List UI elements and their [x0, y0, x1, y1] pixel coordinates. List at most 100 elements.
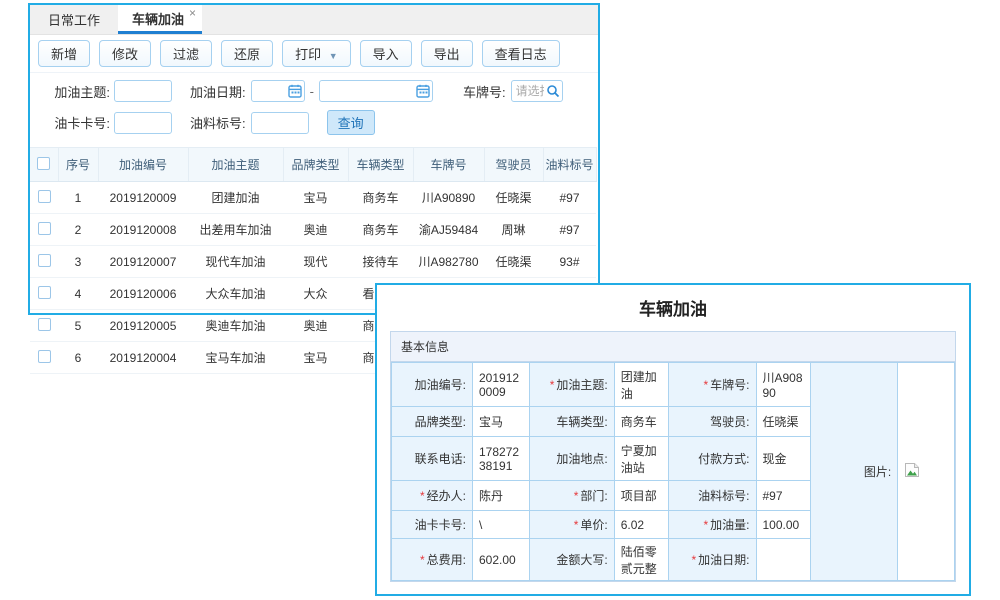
- import-button[interactable]: 导入: [360, 40, 412, 67]
- topic-input[interactable]: [114, 80, 172, 102]
- topic-label: 加油主题:: [38, 82, 110, 101]
- table-row: 2 2019120008 出差用车加油 奥迪 商务车 渝AJ59484 周琳 #…: [30, 214, 596, 246]
- row-checkbox[interactable]: [38, 318, 51, 331]
- cell-no: 3: [58, 246, 98, 278]
- cell-code-link[interactable]: 2019120007: [98, 246, 188, 278]
- select-all-checkbox[interactable]: [37, 157, 50, 170]
- field-value: 团建加油: [614, 363, 669, 407]
- cell-code-link[interactable]: 2019120009: [98, 182, 188, 214]
- col-header-brand: 品牌类型: [283, 148, 348, 182]
- field-value: 17827238191: [473, 437, 530, 481]
- field-label: *车牌号:: [669, 363, 756, 407]
- field-value: 陆佰零贰元整: [614, 539, 669, 581]
- field-value: 6.02: [614, 511, 669, 539]
- cell-brand: 奥迪: [283, 214, 348, 246]
- cell-topic-link[interactable]: 大众车加油: [188, 278, 283, 310]
- required-asterisk: *: [574, 518, 579, 532]
- field-value: 现金: [756, 437, 811, 481]
- required-asterisk: *: [550, 378, 555, 392]
- filter-button[interactable]: 过滤: [160, 40, 212, 67]
- print-button[interactable]: 打印 ▼: [282, 40, 351, 67]
- tab-daily-work[interactable]: 日常工作: [30, 5, 118, 34]
- cell-grade: #97: [543, 182, 596, 214]
- broken-image-icon: [904, 462, 920, 478]
- search-panel: 加油主题: 加油日期: - 车牌号: 油卡卡号: 油料标号: 查询: [30, 73, 598, 145]
- row-checkbox[interactable]: [38, 190, 51, 203]
- col-header-code: 加油编号: [98, 148, 188, 182]
- cell-plate-link[interactable]: 川A90890: [413, 182, 484, 214]
- view-log-button[interactable]: 查看日志: [482, 40, 560, 67]
- field-value: 602.00: [473, 539, 530, 581]
- row-checkbox[interactable]: [38, 350, 51, 363]
- field-label: *加油量:: [669, 511, 756, 539]
- field-value: \: [473, 511, 530, 539]
- row-checkbox[interactable]: [38, 254, 51, 267]
- row-checkbox[interactable]: [38, 286, 51, 299]
- required-asterisk: *: [420, 553, 425, 567]
- dialog-title: 车辆加油: [390, 295, 956, 320]
- cell-driver-link[interactable]: 任晓渠: [484, 182, 543, 214]
- restore-button[interactable]: 还原: [221, 40, 273, 67]
- required-asterisk: *: [703, 378, 708, 392]
- field-label: 金额大写:: [529, 539, 614, 581]
- cell-grade: 93#: [543, 246, 596, 278]
- field-value: 川A90890: [756, 363, 811, 407]
- export-button[interactable]: 导出: [421, 40, 473, 67]
- cell-code-link[interactable]: 2019120005: [98, 310, 188, 342]
- cell-vtype: 接待车: [348, 246, 413, 278]
- grade-input[interactable]: [251, 112, 309, 134]
- col-header-topic: 加油主题: [188, 148, 283, 182]
- search-icon[interactable]: [546, 84, 560, 98]
- tab-vehicle-refuel[interactable]: 车辆加油 ×: [118, 5, 202, 34]
- cell-no: 4: [58, 278, 98, 310]
- query-button[interactable]: 查询: [327, 110, 375, 135]
- cell-plate-link[interactable]: 川A982780: [413, 246, 484, 278]
- fuel-card-label: 油卡卡号:: [38, 113, 110, 132]
- field-value: 宝马: [473, 407, 530, 437]
- cell-code-link[interactable]: 2019120006: [98, 278, 188, 310]
- edit-button[interactable]: 修改: [99, 40, 151, 67]
- required-asterisk: *: [703, 518, 708, 532]
- image-label: 图片:: [811, 363, 898, 581]
- chevron-down-icon: ▼: [329, 51, 338, 61]
- field-label: *加油主题:: [529, 363, 614, 407]
- cell-topic-link[interactable]: 现代车加油: [188, 246, 283, 278]
- calendar-icon[interactable]: [288, 84, 302, 98]
- cell-brand: 宝马: [283, 342, 348, 374]
- calendar-icon[interactable]: [416, 84, 430, 98]
- row-checkbox[interactable]: [38, 222, 51, 235]
- field-value: 2019120009: [473, 363, 530, 407]
- cell-code-link[interactable]: 2019120008: [98, 214, 188, 246]
- fuel-card-input[interactable]: [114, 112, 172, 134]
- cell-no: 6: [58, 342, 98, 374]
- field-label: 车辆类型:: [529, 407, 614, 437]
- cell-no: 1: [58, 182, 98, 214]
- field-label: *加油日期:: [669, 539, 756, 581]
- cell-topic-link[interactable]: 出差用车加油: [188, 214, 283, 246]
- required-asterisk: *: [574, 489, 579, 503]
- col-header-plate: 车牌号: [413, 148, 484, 182]
- toolbar: 新增 修改 过滤 还原 打印 ▼ 导入 导出 查看日志: [30, 35, 598, 73]
- basic-info-section: 基本信息 加油编号: 2019120009 *加油主题: 团建加油 *车牌号: …: [390, 331, 956, 582]
- cell-brand: 宝马: [283, 182, 348, 214]
- field-value: 宁夏加油站: [614, 437, 669, 481]
- cell-plate-link[interactable]: 渝AJ59484: [413, 214, 484, 246]
- col-header-grade: 油料标号: [543, 148, 596, 182]
- plate-label: 车牌号:: [463, 82, 506, 101]
- required-asterisk: *: [691, 553, 696, 567]
- field-label: *总费用:: [392, 539, 473, 581]
- close-icon[interactable]: ×: [189, 6, 196, 20]
- detail-table: 加油编号: 2019120009 *加油主题: 团建加油 *车牌号: 川A908…: [391, 362, 955, 581]
- field-label: 油卡卡号:: [392, 511, 473, 539]
- cell-topic-link[interactable]: 奥迪车加油: [188, 310, 283, 342]
- field-value: 任晓渠: [756, 407, 811, 437]
- col-header-no: 序号: [58, 148, 98, 182]
- cell-topic-link[interactable]: 宝马车加油: [188, 342, 283, 374]
- image-cell: [898, 363, 955, 581]
- cell-driver-link[interactable]: 任晓渠: [484, 246, 543, 278]
- table-header-row: 序号 加油编号 加油主题 品牌类型 车辆类型 车牌号 驾驶员 油料标号: [30, 148, 596, 182]
- cell-topic-link[interactable]: 团建加油: [188, 182, 283, 214]
- add-button[interactable]: 新增: [38, 40, 90, 67]
- cell-code-link[interactable]: 2019120004: [98, 342, 188, 374]
- cell-driver-link[interactable]: 周琳: [484, 214, 543, 246]
